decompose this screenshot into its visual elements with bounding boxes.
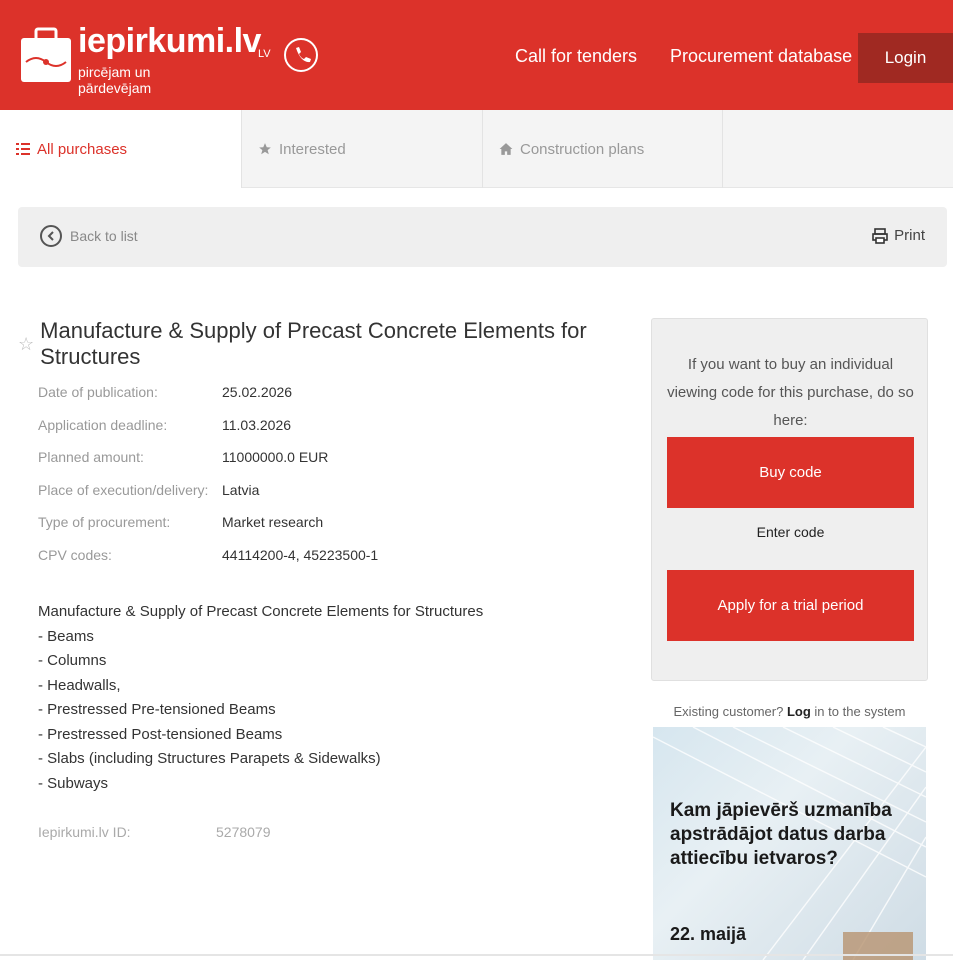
tab-interested-label: Interested <box>279 140 346 158</box>
logo-name: iepirkumi.lv <box>78 22 261 60</box>
description-line: - Headwalls, <box>38 676 121 694</box>
print-label: Print <box>894 227 925 244</box>
favorite-star-icon[interactable]: ☆ <box>18 334 34 355</box>
detail-value: Latvia <box>222 481 260 498</box>
tab-empty-slot <box>723 110 953 188</box>
existing-customer-text: Existing customer? Log in to the system <box>651 704 928 719</box>
bottom-divider <box>0 954 953 956</box>
purchase-id-row: Iepirkumi.lv ID: 5278079 <box>38 824 271 840</box>
nav-call-for-tenders[interactable]: Call for tenders <box>515 46 637 67</box>
login-link[interactable]: Log <box>787 704 811 719</box>
detail-row: Type of procurement: Market research <box>38 506 378 539</box>
language-switch[interactable]: LV <box>258 48 271 60</box>
purchase-id-value: 5278079 <box>216 824 271 840</box>
tab-construction-label: Construction plans <box>520 140 645 158</box>
detail-label: Date of publication: <box>38 384 158 401</box>
purchase-id-label: Iepirkumi.lv ID: <box>38 824 131 840</box>
enter-code-link[interactable]: Enter code <box>652 524 929 540</box>
detail-value: 44114200-4, 45223500-1 <box>222 546 379 563</box>
print-button[interactable]: Print <box>872 227 925 244</box>
tab-construction-plans[interactable]: Construction plans <box>483 110 723 188</box>
detail-label: Place of execution/delivery: <box>38 481 209 498</box>
star-icon <box>258 142 272 156</box>
top-header: iepirkumi.lv pircējam un pārdevējam LV C… <box>0 0 953 110</box>
buy-code-button[interactable]: Buy code <box>667 437 914 508</box>
description-line: - Beams <box>38 627 94 645</box>
chevron-left-icon <box>40 225 62 247</box>
briefcase-icon <box>21 27 71 82</box>
existing-suffix: in to the system <box>814 704 906 719</box>
detail-label: CPV codes: <box>38 546 112 563</box>
logo-tagline: pircējam un pārdevējam <box>78 64 152 96</box>
home-icon <box>499 142 513 156</box>
tab-all-purchases[interactable]: All purchases <box>0 110 242 188</box>
purchase-details: Date of publication: 25.02.2026 Applicati… <box>38 376 378 571</box>
back-to-list-label: Back to list <box>70 228 138 244</box>
tab-all-label: All purchases <box>37 140 128 158</box>
description-line: - Slabs (including Structures Parapets &… <box>38 750 381 767</box>
advertisement-banner[interactable]: Kam jāpievērš uzmanība apstrādājot datus… <box>653 727 926 960</box>
printer-icon <box>872 227 888 244</box>
description-line: - Prestressed Post-tensioned Beams <box>38 725 283 743</box>
tab-bar: All purchases Interested Construction pl… <box>0 110 953 188</box>
detail-row: CPV codes: 44114200-4, 45223500-1 <box>38 539 378 572</box>
access-panel: If you want to buy an individual viewing… <box>651 318 928 681</box>
trial-period-button[interactable]: Apply for a trial period <box>667 570 914 641</box>
description-line: - Columns <box>38 652 107 669</box>
detail-value: Market research <box>222 514 324 531</box>
back-bar: Back to list Print <box>18 207 947 267</box>
detail-row: Place of execution/delivery: Latvia <box>38 474 378 507</box>
ad-date: 22. maijā <box>670 924 747 944</box>
detail-row: Date of publication: 25.02.2026 <box>38 376 378 409</box>
detail-value: 11.03.2026 <box>222 416 292 433</box>
detail-row: Application deadline: 11.03.2026 <box>38 409 378 442</box>
site-logo[interactable]: iepirkumi.lv pircējam un pārdevējam <box>20 18 261 96</box>
purchase-title-row: ☆ Manufacture & Supply of Precast Concre… <box>18 318 618 370</box>
detail-label: Type of procurement: <box>38 514 171 531</box>
detail-value: 11000000.0 EUR <box>222 449 329 466</box>
tab-interested[interactable]: Interested <box>242 110 483 188</box>
description-line: - Subways <box>38 774 109 792</box>
back-to-list-link[interactable]: Back to list <box>40 225 138 247</box>
detail-label: Application deadline: <box>38 416 168 433</box>
description-line: - Prestressed Pre-tensioned Beams <box>38 701 276 718</box>
purchase-title: Manufacture & Supply of Precast Concrete… <box>40 318 587 369</box>
phone-icon[interactable] <box>284 38 318 72</box>
detail-row: Planned amount: 11000000.0 EUR <box>38 441 378 474</box>
existing-prefix: Existing customer? <box>673 704 784 719</box>
ad-headline: Kam jāpievērš uzmanība apstrādājot datus… <box>670 800 892 869</box>
login-button[interactable]: Login <box>858 33 953 83</box>
list-icon <box>16 143 30 155</box>
detail-label: Planned amount: <box>38 449 144 466</box>
detail-value: 25.02.2026 <box>222 384 293 401</box>
nav-procurement-database[interactable]: Procurement database <box>670 46 852 67</box>
access-intro-text: If you want to buy an individual viewing… <box>667 356 914 429</box>
description-line: Manufacture & Supply of Precast Concrete… <box>38 603 484 620</box>
purchase-description: Manufacture & Supply of Precast Concrete… <box>38 600 483 796</box>
